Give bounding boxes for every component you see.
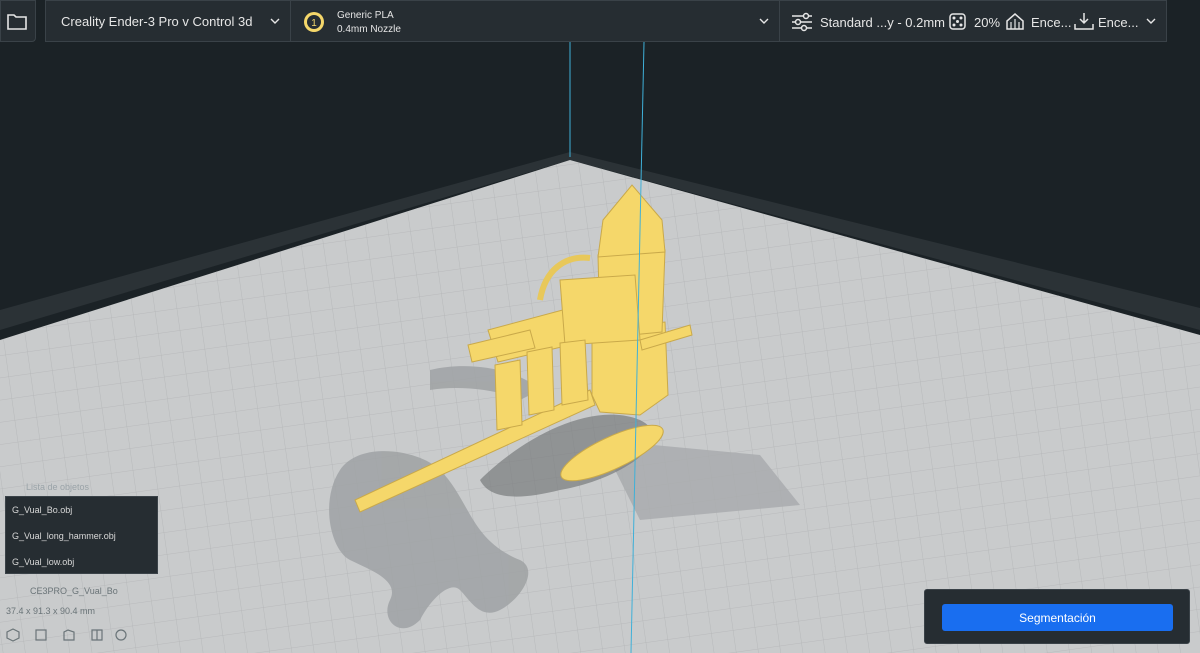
- list-item[interactable]: G_Vual_Bo.obj: [12, 505, 72, 515]
- list-item[interactable]: G_Vual_long_hammer.obj: [12, 531, 116, 541]
- infill-value: 20%: [974, 15, 1001, 30]
- top-toolbar: Creality Ender-3 Pro v Control 3d 1 Gene…: [0, 0, 1200, 42]
- print-settings-selector[interactable]: Standard ...y - 0.2mm 20% Ence... Ence..…: [779, 0, 1167, 42]
- support-icon: [1006, 13, 1024, 30]
- material-name: Generic PLA: [337, 10, 394, 21]
- profile-name: Standard ...y - 0.2mm: [820, 15, 945, 30]
- cube-icon[interactable]: [6, 628, 20, 642]
- nozzle-size: 0.4mm Nozzle: [337, 24, 401, 35]
- list-item[interactable]: G_Vual_low.obj: [12, 557, 74, 567]
- selected-object-name: CE3PRO_G_Vual_Bo: [30, 586, 118, 596]
- sliders-icon: [792, 12, 812, 32]
- support-blocker-icon[interactable]: [34, 628, 48, 642]
- adhesion-value: Ence...: [1098, 15, 1139, 30]
- 3d-viewport[interactable]: [0, 0, 1200, 653]
- support-value: Ence...: [1031, 15, 1072, 30]
- chevron-down-icon: [759, 18, 769, 24]
- open-file-button[interactable]: [0, 0, 36, 42]
- adhesion-icon: [1074, 13, 1094, 30]
- printer-name: Creality Ender-3 Pro v Control 3d: [61, 14, 253, 29]
- mirror-icon[interactable]: [90, 628, 104, 642]
- extruder-index: 1: [311, 18, 317, 29]
- rotate-icon[interactable]: [114, 628, 128, 642]
- object-list: G_Vual_Bo.obj G_Vual_long_hammer.obj G_V…: [5, 496, 158, 574]
- printer-selector[interactable]: Creality Ender-3 Pro v Control 3d: [45, 0, 291, 42]
- slice-button[interactable]: Segmentación: [942, 604, 1173, 631]
- action-panel: Segmentación: [924, 589, 1190, 644]
- infill-icon: [949, 13, 966, 30]
- material-selector[interactable]: 1 Generic PLA 0.4mm Nozzle: [290, 0, 780, 42]
- extruder-badge-icon: 1: [304, 12, 324, 32]
- chevron-down-icon: [1146, 18, 1156, 24]
- per-model-settings-icon[interactable]: [62, 628, 76, 642]
- object-list-title[interactable]: Lista de objetos: [26, 482, 89, 492]
- object-dimensions: 37.4 x 91.3 x 90.4 mm: [6, 606, 96, 616]
- chevron-down-icon: [270, 18, 280, 24]
- folder-icon: [7, 14, 27, 30]
